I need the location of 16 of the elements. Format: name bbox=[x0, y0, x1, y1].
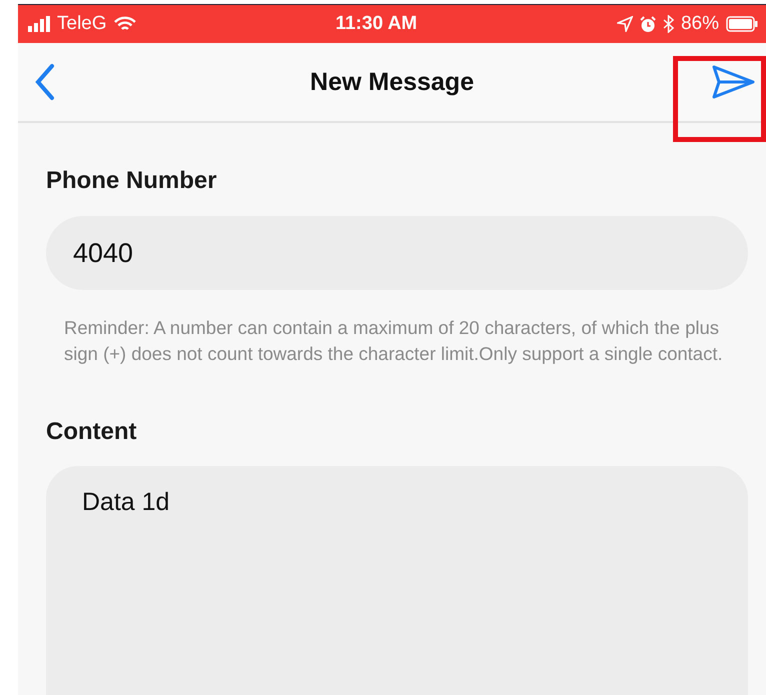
screen-title: New Message bbox=[309, 68, 475, 96]
battery-icon bbox=[726, 16, 758, 32]
field-label: Content bbox=[46, 418, 138, 446]
bluetooth-icon bbox=[662, 15, 674, 33]
battery-percent: 86% bbox=[680, 13, 719, 35]
wifi-icon bbox=[114, 16, 136, 32]
phone-number-field[interactable]: 4040 bbox=[46, 216, 748, 290]
location-arrow-icon bbox=[616, 16, 633, 32]
carrier-name: TeleG bbox=[57, 13, 107, 35]
hint-text: Reminder: A number can contain a maximum of 20 characters, of which the plus sign (+) does not count towards the character limit.Only support a single contact. bbox=[64, 316, 724, 366]
content-field[interactable]: Data 1d bbox=[46, 466, 748, 695]
alarm-clock-icon bbox=[640, 16, 656, 32]
field-label: Phone Number bbox=[46, 167, 218, 195]
send-button[interactable] bbox=[710, 64, 756, 100]
status-time: 11:30 AM bbox=[335, 13, 418, 35]
signal-icon bbox=[28, 16, 50, 32]
